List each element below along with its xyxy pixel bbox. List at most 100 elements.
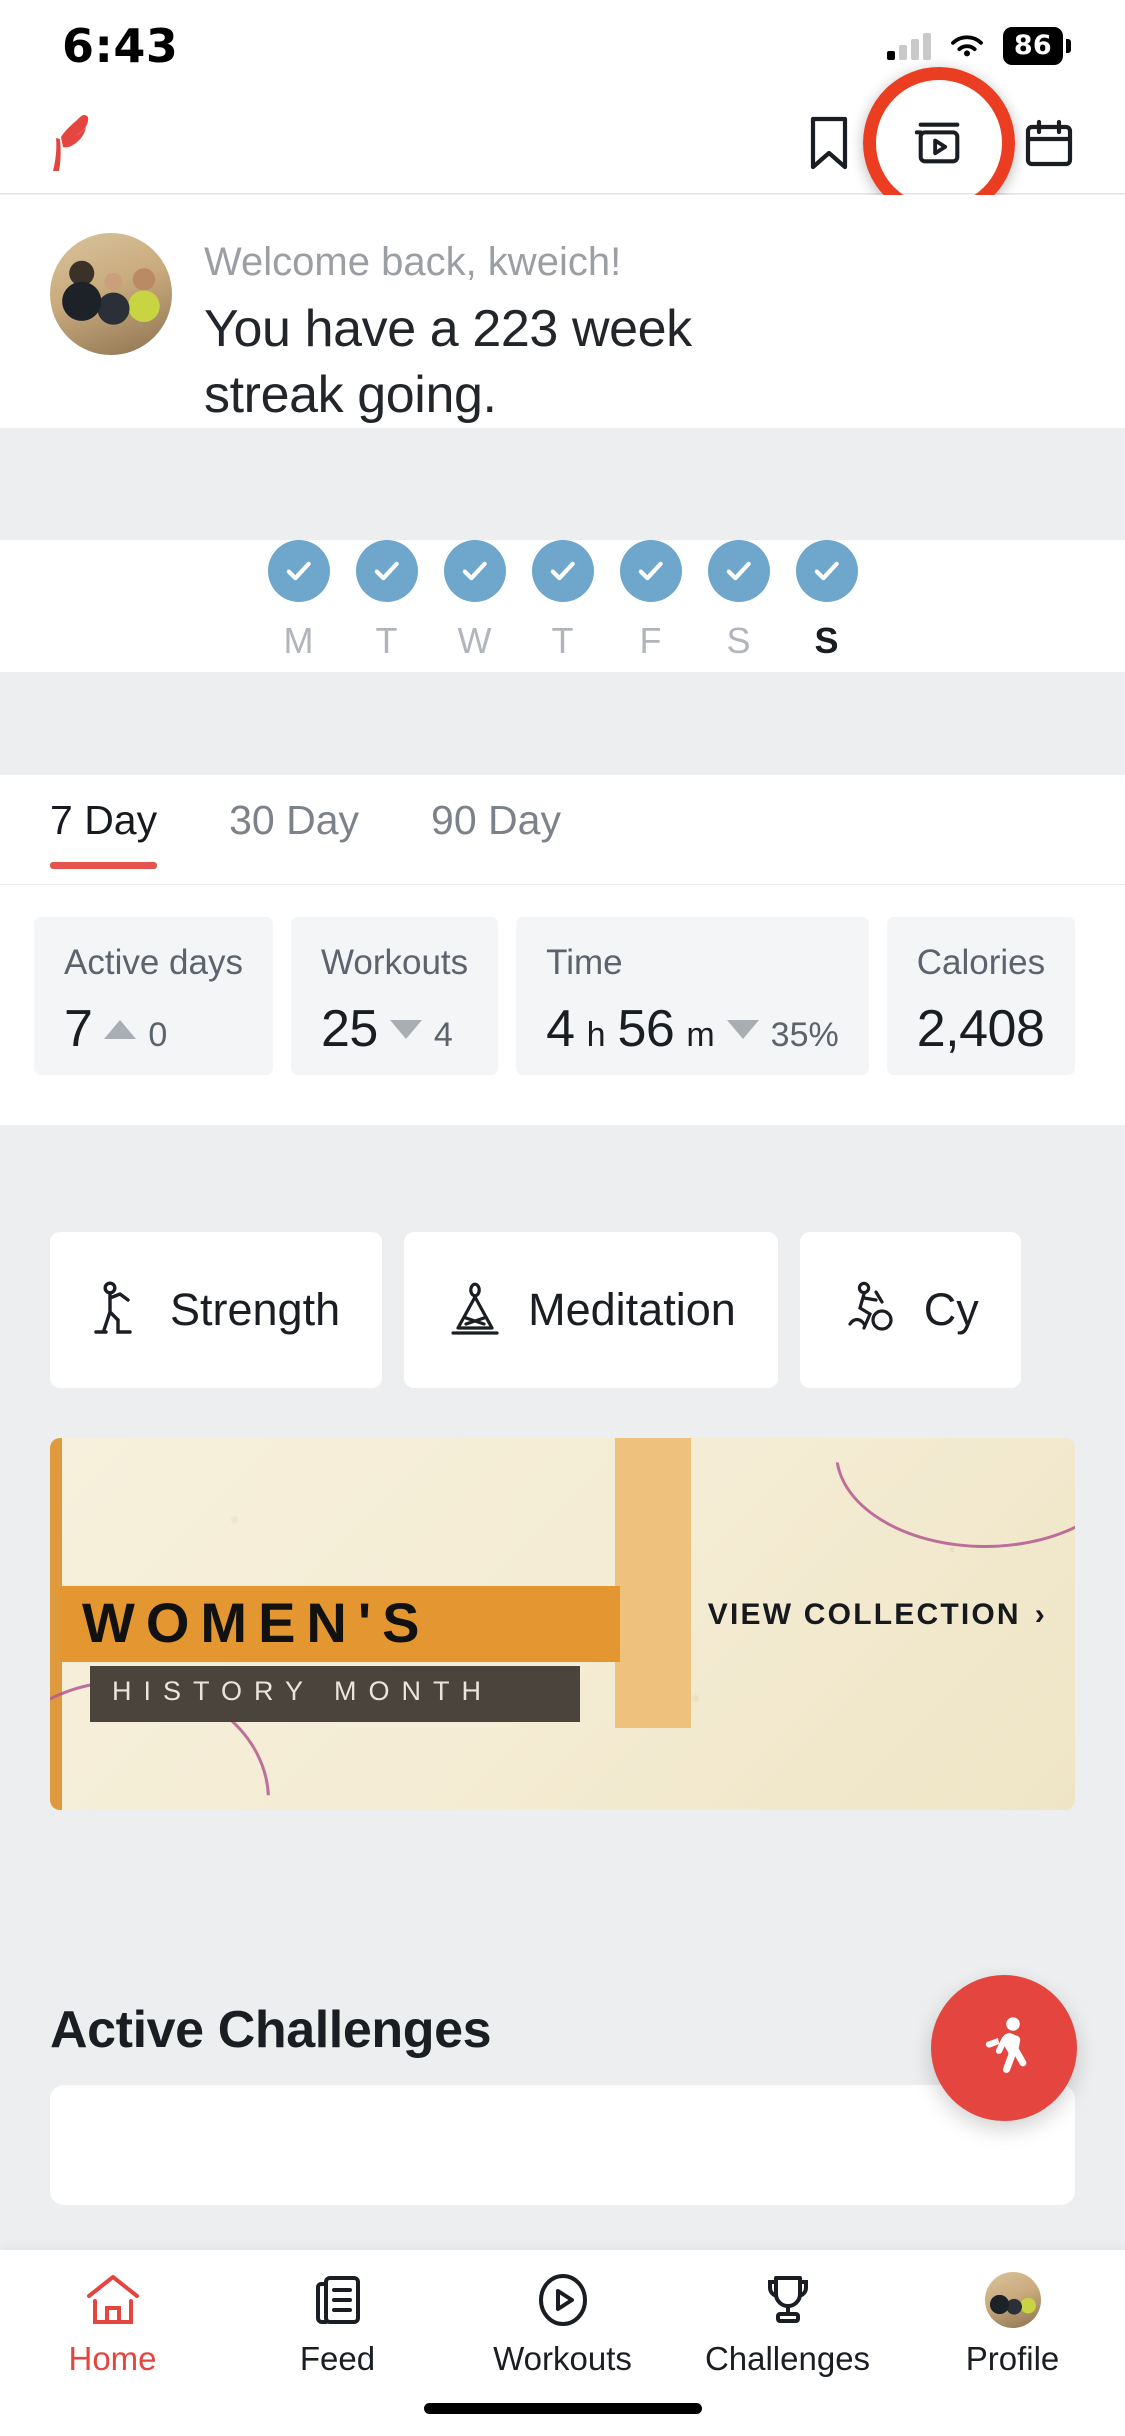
promo-banner[interactable]: WOMEN'S HISTORY MONTH VIEW COLLECTION › <box>50 1438 1075 1810</box>
tab-30-day[interactable]: 30 Day <box>229 797 359 868</box>
promo-title: WOMEN'S <box>82 1590 431 1655</box>
nav-home[interactable]: Home <box>18 2272 208 2378</box>
peloton-logo-icon[interactable] <box>50 112 112 174</box>
stat-label: Calories <box>917 943 1045 983</box>
chip-label: Meditation <box>528 1284 736 1336</box>
stacked-classes-button[interactable] <box>913 114 965 172</box>
streak-day[interactable]: W <box>444 540 506 662</box>
stat-hours: 4 <box>546 999 574 1059</box>
stat-value: 7 0 <box>64 999 243 1059</box>
calendar-icon[interactable] <box>1023 114 1075 172</box>
chip-meditation[interactable]: Meditation <box>404 1232 778 1388</box>
check-icon <box>708 540 770 602</box>
streak-day[interactable]: M <box>268 540 330 662</box>
app-header <box>0 92 1125 194</box>
stat-label: Workouts <box>321 943 468 983</box>
check-icon <box>268 540 330 602</box>
streak-day-label: M <box>284 620 314 662</box>
view-collection-link[interactable]: VIEW COLLECTION › <box>708 1598 1047 1632</box>
streak-day-label: W <box>458 620 492 662</box>
nav-feed[interactable]: Feed <box>243 2272 433 2378</box>
stats-scroller[interactable]: Active days 7 0 Workouts 25 4 Time 4 <box>0 885 1125 1125</box>
welcome-text: Welcome back, kweich! You have a 223 wee… <box>204 233 734 428</box>
active-challenges-title: Active Challenges <box>50 2000 491 2060</box>
stacked-classes-icon[interactable] <box>913 114 965 172</box>
nav-profile[interactable]: Profile <box>918 2272 1108 2378</box>
nav-label: Challenges <box>705 2340 870 2378</box>
stat-delta: 4 <box>434 1016 453 1055</box>
promo-subtitle: HISTORY MONTH <box>112 1676 493 1707</box>
wifi-icon <box>947 31 987 61</box>
streak-day[interactable]: T <box>532 540 594 662</box>
status-time: 6:43 <box>62 19 178 73</box>
stat-number: 25 <box>321 999 378 1059</box>
stat-hours-unit: h <box>587 1016 606 1055</box>
chevron-right-icon: › <box>1035 1598 1047 1632</box>
profile-avatar-icon <box>985 2272 1041 2328</box>
streak-day[interactable]: S <box>796 540 858 662</box>
stat-minutes-unit: m <box>686 1016 714 1055</box>
stat-label: Time <box>546 943 839 983</box>
chip-cycling[interactable]: Cy <box>800 1232 1021 1388</box>
stat-number: 2,408 <box>917 999 1045 1059</box>
nav-workouts[interactable]: Workouts <box>468 2272 658 2378</box>
home-icon <box>84 2272 142 2328</box>
promo-arc-top-right <box>835 1438 1075 1548</box>
meditation-figure-icon <box>446 1280 504 1340</box>
strength-figure-icon <box>92 1280 146 1340</box>
home-indicator <box>424 2403 702 2414</box>
streak-day-label: S <box>726 620 750 662</box>
stat-card-calories[interactable]: Calories 2,408 <box>887 917 1075 1075</box>
running-person-icon <box>971 2013 1037 2083</box>
header-actions <box>803 114 1075 172</box>
nav-label: Feed <box>300 2340 375 2378</box>
tab-7-day[interactable]: 7 Day <box>50 797 157 868</box>
start-workout-fab[interactable] <box>931 1975 1077 2121</box>
tab-90-day[interactable]: 90 Day <box>431 797 561 868</box>
stat-minutes: 56 <box>618 999 675 1059</box>
stat-value: 4 h 56 m 35% <box>546 999 839 1059</box>
stats-row: Active days 7 0 Workouts 25 4 Time 4 <box>34 917 1125 1075</box>
status-indicators: 86 <box>887 27 1063 65</box>
app-screen: 6:43 86 <box>0 0 1125 2436</box>
cellular-bars-icon <box>887 32 931 60</box>
stat-card-time[interactable]: Time 4 h 56 m 35% <box>516 917 869 1075</box>
stat-number: 7 <box>64 999 92 1059</box>
stat-delta: 35% <box>771 1016 839 1055</box>
stat-label: Active days <box>64 943 243 983</box>
streak-day-label: T <box>552 620 574 662</box>
streak-day-label: T <box>376 620 398 662</box>
nav-challenges[interactable]: Challenges <box>693 2272 883 2378</box>
streak-day-label: S <box>814 620 838 662</box>
promo-vertical-bar <box>615 1438 691 1728</box>
check-icon <box>796 540 858 602</box>
nav-label: Home <box>68 2340 156 2378</box>
check-icon <box>532 540 594 602</box>
trend-up-icon <box>104 1020 136 1039</box>
challenge-card[interactable] <box>50 2085 1075 2205</box>
streak-day[interactable]: S <box>708 540 770 662</box>
feed-icon <box>310 2272 366 2328</box>
chip-label: Cy <box>924 1284 979 1336</box>
user-avatar[interactable] <box>50 233 172 355</box>
trend-down-icon <box>390 1020 422 1039</box>
streak-day[interactable]: F <box>620 540 682 662</box>
streak-message: You have a 223 week streak going. <box>204 297 734 428</box>
stat-card-workouts[interactable]: Workouts 25 4 <box>291 917 498 1075</box>
stat-value: 25 4 <box>321 999 468 1059</box>
avatar-photo <box>50 233 172 355</box>
stat-delta: 0 <box>148 1016 167 1055</box>
stat-card-active-days[interactable]: Active days 7 0 <box>34 917 273 1075</box>
stat-value: 2,408 <box>917 999 1045 1059</box>
play-circle-icon <box>535 2272 591 2328</box>
bookmark-icon[interactable] <box>803 114 855 172</box>
check-icon <box>444 540 506 602</box>
welcome-section: Welcome back, kweich! You have a 223 wee… <box>0 195 1125 428</box>
streak-day[interactable]: T <box>356 540 418 662</box>
cycling-figure-icon <box>842 1280 900 1340</box>
status-bar: 6:43 86 <box>0 0 1125 92</box>
streak-days: M T W T F <box>0 540 1125 672</box>
category-chips[interactable]: Strength Meditation Cy <box>0 1232 1125 1388</box>
range-tabs: 7 Day 30 Day 90 Day <box>0 775 1125 885</box>
chip-strength[interactable]: Strength <box>50 1232 382 1388</box>
